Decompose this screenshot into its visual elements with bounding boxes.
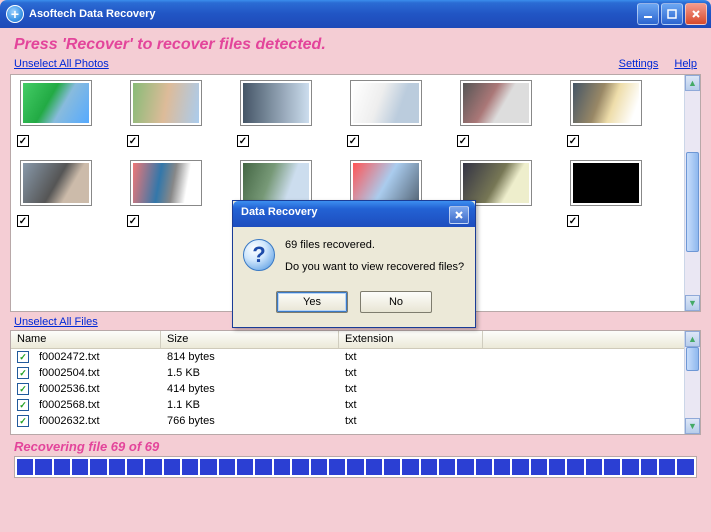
cell-name: f0002568.txt — [33, 399, 161, 411]
table-row[interactable]: ✓ f0002568.txt 1.1 KB txt — [11, 397, 684, 413]
thumbnail[interactable]: ✓ — [351, 81, 421, 147]
settings-link[interactable]: Settings — [619, 58, 659, 70]
unselect-photos-link[interactable]: Unselect All Photos — [14, 58, 109, 70]
cell-size: 1.5 KB — [161, 367, 339, 379]
checkbox[interactable]: ✓ — [17, 135, 29, 147]
dialog-title: Data Recovery — [241, 206, 317, 218]
close-button[interactable] — [685, 3, 707, 25]
close-icon — [691, 9, 701, 19]
scrollbar[interactable]: ▲ ▼ — [684, 75, 700, 311]
table-header: Name Size Extension — [11, 331, 700, 349]
cell-name: f0002472.txt — [33, 351, 161, 363]
thumbnail[interactable]: ✓ — [21, 161, 91, 227]
column-extension[interactable]: Extension — [339, 331, 483, 348]
dialog-message-2: Do you want to view recovered files? — [285, 261, 464, 273]
cell-ext: txt — [339, 383, 363, 395]
table-row[interactable]: ✓ f0002632.txt 766 bytes txt — [11, 413, 684, 429]
maximize-icon — [667, 9, 677, 19]
checkbox[interactable]: ✓ — [17, 351, 29, 363]
progress-bar — [14, 456, 697, 478]
column-empty — [483, 331, 700, 348]
minimize-button[interactable] — [637, 3, 659, 25]
thumbnail[interactable]: ✓ — [461, 81, 531, 147]
scroll-down-icon[interactable]: ▼ — [685, 418, 700, 434]
column-name[interactable]: Name — [11, 331, 161, 348]
checkbox[interactable]: ✓ — [17, 383, 29, 395]
scrollbar[interactable]: ▲ ▼ — [684, 331, 700, 434]
cell-name: f0002504.txt — [33, 367, 161, 379]
file-table: Name Size Extension ✓ f0002472.txt 814 b… — [10, 330, 701, 435]
cell-size: 814 bytes — [161, 351, 339, 363]
checkbox[interactable]: ✓ — [347, 135, 359, 147]
no-button[interactable]: No — [360, 291, 432, 313]
scroll-up-icon[interactable]: ▲ — [685, 75, 700, 91]
scroll-thumb[interactable] — [686, 347, 699, 371]
table-row[interactable]: ✓ f0002504.txt 1.5 KB txt — [11, 365, 684, 381]
dialog-titlebar[interactable]: Data Recovery — [233, 201, 475, 227]
yes-button[interactable]: Yes — [276, 291, 348, 313]
cell-size: 1.1 KB — [161, 399, 339, 411]
thumbnail[interactable]: ✓ — [571, 161, 641, 227]
checkbox[interactable]: ✓ — [567, 215, 579, 227]
checkbox[interactable]: ✓ — [567, 135, 579, 147]
scroll-down-icon[interactable]: ▼ — [685, 295, 700, 311]
cell-name: f0002632.txt — [33, 415, 161, 427]
cell-ext: txt — [339, 351, 363, 363]
thumbnail[interactable]: ✓ — [571, 81, 641, 147]
hint-text: Press 'Recover' to recover files detecte… — [14, 36, 701, 54]
column-size[interactable]: Size — [161, 331, 339, 348]
thumbnail[interactable]: ✓ — [241, 81, 311, 147]
checkbox[interactable]: ✓ — [237, 135, 249, 147]
app-icon: + — [6, 5, 24, 23]
help-link[interactable]: Help — [674, 58, 697, 70]
scroll-thumb[interactable] — [686, 152, 699, 252]
titlebar[interactable]: + Asoftech Data Recovery — [0, 0, 711, 28]
minimize-icon — [643, 9, 653, 19]
thumbnail[interactable]: ✓ — [131, 161, 201, 227]
cell-size: 766 bytes — [161, 415, 339, 427]
checkbox[interactable]: ✓ — [127, 135, 139, 147]
dialog-message-1: 69 files recovered. — [285, 239, 464, 251]
table-row[interactable]: ✓ f0002536.txt 414 bytes txt — [11, 381, 684, 397]
dialog: Data Recovery ? 69 files recovered. Do y… — [232, 200, 476, 328]
maximize-button[interactable] — [661, 3, 683, 25]
cell-ext: txt — [339, 399, 363, 411]
scroll-up-icon[interactable]: ▲ — [685, 331, 700, 347]
checkbox[interactable]: ✓ — [17, 215, 29, 227]
cell-size: 414 bytes — [161, 383, 339, 395]
status-text: Recovering file 69 of 69 — [10, 435, 701, 456]
window-title: Asoftech Data Recovery — [29, 8, 635, 20]
checkbox[interactable]: ✓ — [17, 415, 29, 427]
checkbox[interactable]: ✓ — [127, 215, 139, 227]
cell-ext: txt — [339, 415, 363, 427]
thumbnail[interactable]: ✓ — [131, 81, 201, 147]
cell-ext: txt — [339, 367, 363, 379]
cell-name: f0002536.txt — [33, 383, 161, 395]
dialog-close-button[interactable] — [449, 206, 469, 224]
table-row[interactable]: ✓ f0002472.txt 814 bytes txt — [11, 349, 684, 365]
checkbox[interactable]: ✓ — [17, 399, 29, 411]
question-icon: ? — [243, 239, 275, 271]
checkbox[interactable]: ✓ — [17, 367, 29, 379]
close-icon — [454, 210, 464, 220]
unselect-files-link[interactable]: Unselect All Files — [14, 316, 98, 328]
checkbox[interactable]: ✓ — [457, 135, 469, 147]
thumbnail[interactable]: ✓ — [21, 81, 91, 147]
